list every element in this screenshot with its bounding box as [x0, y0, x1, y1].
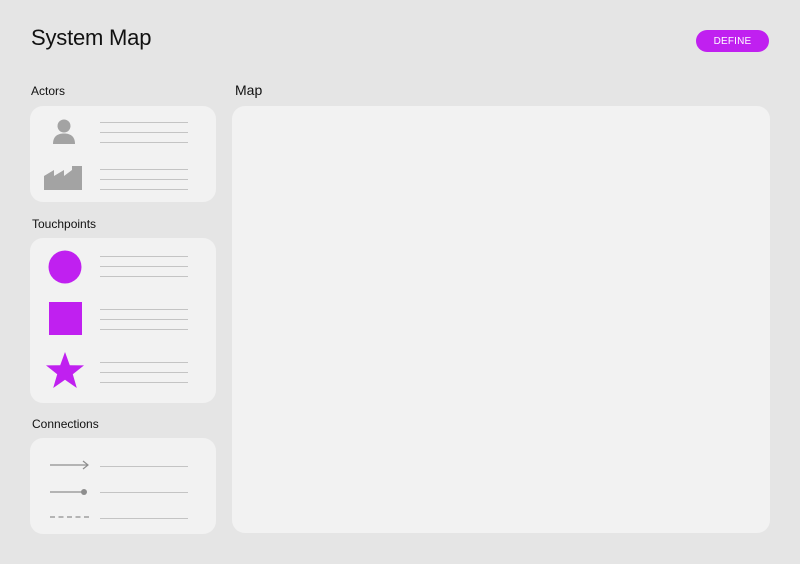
actors-panel — [30, 106, 216, 202]
touchpoint-item-star[interactable] — [30, 348, 216, 403]
connection-item-dot[interactable] — [30, 483, 216, 501]
star-icon — [46, 352, 84, 388]
map-heading: Map — [235, 82, 263, 98]
dot-end-connector-icon — [50, 489, 87, 495]
person-icon — [53, 119, 75, 144]
arrow-connector-icon — [50, 460, 89, 470]
touchpoints-heading: Touchpoints — [32, 217, 97, 231]
touchpoints-panel — [30, 238, 216, 403]
dashed-connector-icon — [50, 516, 89, 518]
connections-panel — [30, 438, 216, 534]
touchpoint-item-square[interactable] — [30, 293, 216, 348]
connections-heading: Connections — [32, 417, 99, 431]
connection-item-arrow[interactable] — [30, 456, 216, 474]
factory-icon — [44, 166, 82, 190]
actor-item-factory[interactable] — [30, 154, 216, 202]
define-button[interactable]: DEFINE — [696, 30, 769, 52]
map-canvas[interactable] — [232, 106, 770, 533]
touchpoint-item-circle[interactable] — [30, 238, 216, 293]
page-title: System Map — [31, 25, 152, 50]
connection-item-dashed[interactable] — [30, 508, 216, 526]
actor-item-person[interactable] — [30, 106, 216, 154]
circle-icon — [48, 250, 82, 284]
actors-heading: Actors — [31, 84, 66, 98]
square-icon — [49, 302, 82, 335]
